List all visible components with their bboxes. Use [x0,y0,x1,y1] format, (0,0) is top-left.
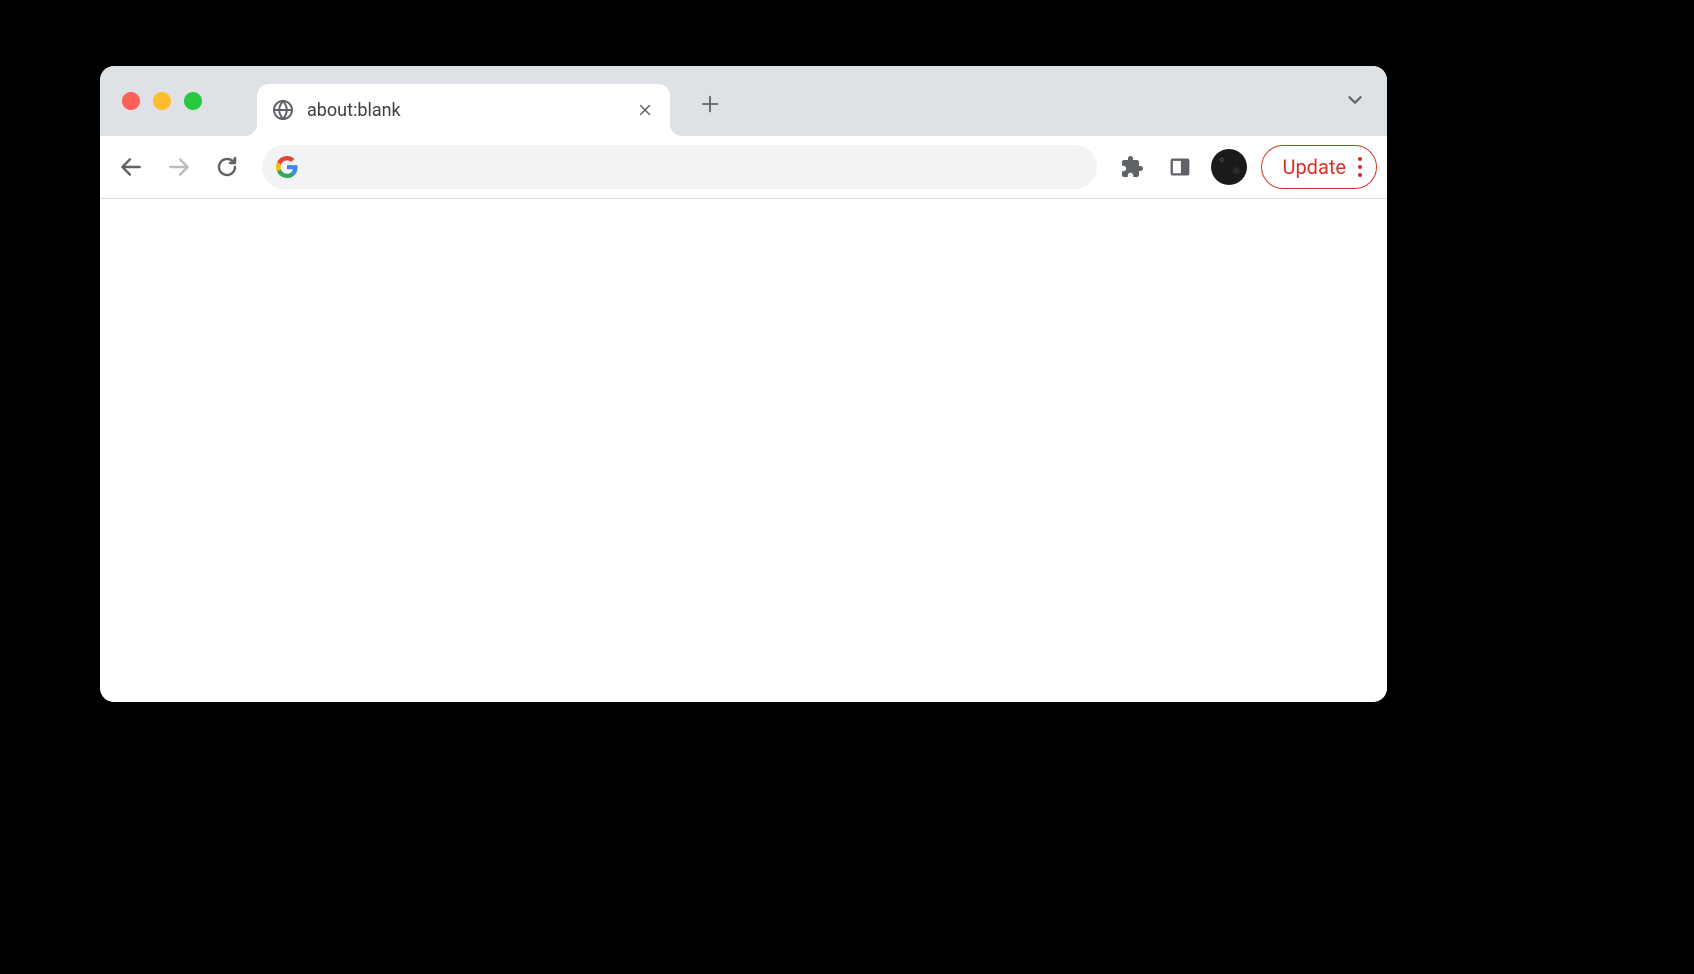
tab-title: about:blank [307,100,622,121]
browser-tab[interactable]: about:blank [257,84,670,136]
window-close-button[interactable] [122,92,140,110]
back-button[interactable] [110,146,152,188]
window-controls [122,92,202,110]
forward-button[interactable] [158,146,200,188]
update-button[interactable]: Update [1261,145,1377,189]
extensions-button[interactable] [1111,146,1153,188]
tab-close-button[interactable] [634,99,656,121]
address-bar[interactable] [262,145,1097,189]
update-label: Update [1282,155,1346,179]
google-g-icon [276,156,298,178]
address-input[interactable] [310,157,1083,178]
tab-search-button[interactable] [1337,82,1373,118]
window-minimize-button[interactable] [153,92,171,110]
page-viewport [100,199,1387,702]
side-panel-button[interactable] [1159,146,1201,188]
profile-avatar-button[interactable] [1211,149,1247,185]
browser-window: about:blank [100,66,1387,702]
toolbar: Update [100,136,1387,199]
chrome-menu-icon [1358,157,1362,177]
reload-button[interactable] [206,146,248,188]
globe-icon [271,98,295,122]
window-maximize-button[interactable] [184,92,202,110]
new-tab-button[interactable] [692,86,728,122]
tab-bar: about:blank [100,66,1387,136]
